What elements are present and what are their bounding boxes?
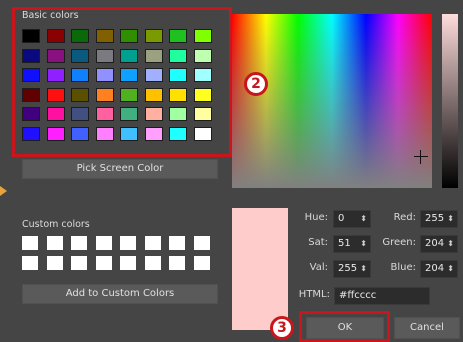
custom-colors-label: Custom colors bbox=[22, 219, 90, 230]
spin-arrows-icon[interactable]: ⬍ bbox=[447, 211, 454, 227]
hue-label: Hue: bbox=[304, 212, 328, 223]
html-label: HTML: bbox=[298, 289, 330, 300]
custom-color-swatch[interactable] bbox=[46, 256, 63, 270]
custom-color-swatch[interactable] bbox=[193, 256, 210, 270]
annotation-badge-2: 2 bbox=[244, 72, 268, 96]
blue-spinbox[interactable]: 204 ⬍ bbox=[420, 260, 458, 278]
spin-arrows-icon[interactable]: ⬍ bbox=[360, 261, 367, 277]
green-spinbox[interactable]: 204 ⬍ bbox=[420, 235, 458, 253]
sat-value: 51 bbox=[338, 238, 351, 249]
cancel-button[interactable]: Cancel bbox=[394, 317, 460, 339]
html-color-input[interactable]: #ffcccc bbox=[334, 287, 430, 305]
custom-color-swatch[interactable] bbox=[169, 256, 185, 270]
custom-color-swatch[interactable] bbox=[169, 236, 185, 250]
sat-spinbox[interactable]: 51 ⬍ bbox=[333, 235, 371, 253]
custom-color-swatch[interactable] bbox=[95, 236, 112, 250]
value-slider[interactable] bbox=[442, 14, 458, 188]
val-spinbox[interactable]: 255 ⬍ bbox=[333, 260, 371, 278]
blue-label: Blue: bbox=[390, 262, 417, 273]
spin-arrows-icon[interactable]: ⬍ bbox=[447, 236, 454, 252]
add-to-custom-colors-button[interactable]: Add to Custom Colors bbox=[22, 284, 218, 304]
custom-color-swatch[interactable] bbox=[144, 256, 161, 270]
blue-value: 204 bbox=[425, 263, 445, 274]
red-value: 255 bbox=[425, 213, 445, 224]
annotation-badge-3: 3 bbox=[270, 316, 294, 340]
crosshair-horizontal bbox=[414, 156, 428, 157]
custom-color-swatch[interactable] bbox=[193, 236, 210, 250]
custom-color-swatch[interactable] bbox=[120, 236, 136, 250]
custom-color-swatch[interactable] bbox=[120, 256, 136, 270]
val-label: Val: bbox=[309, 262, 328, 273]
ok-button-highlight bbox=[299, 311, 390, 342]
spin-arrows-icon[interactable]: ⬍ bbox=[360, 211, 367, 227]
custom-color-swatch[interactable] bbox=[144, 236, 161, 250]
sat-label: Sat: bbox=[308, 237, 328, 248]
custom-color-swatch[interactable] bbox=[22, 236, 38, 250]
hue-spinbox[interactable]: 0 ⬍ bbox=[333, 210, 371, 228]
basic-colors-highlight bbox=[12, 7, 232, 157]
spin-arrows-icon[interactable]: ⬍ bbox=[360, 236, 367, 252]
custom-colors-grid bbox=[22, 236, 218, 276]
crosshair-vertical bbox=[420, 150, 421, 164]
custom-color-swatch[interactable] bbox=[95, 256, 112, 270]
hue-value: 0 bbox=[338, 213, 345, 224]
red-label: Red: bbox=[393, 212, 416, 223]
custom-color-swatch[interactable] bbox=[46, 236, 63, 250]
pick-screen-color-button[interactable]: Pick Screen Color bbox=[22, 159, 218, 179]
green-label: Green: bbox=[382, 237, 416, 248]
custom-color-swatch[interactable] bbox=[71, 236, 87, 250]
pointer-arrow-icon bbox=[0, 186, 7, 196]
green-value: 204 bbox=[425, 238, 445, 249]
spin-arrows-icon[interactable]: ⬍ bbox=[447, 261, 454, 277]
custom-color-swatch[interactable] bbox=[71, 256, 87, 270]
current-color-preview bbox=[232, 208, 288, 330]
color-spectrum[interactable] bbox=[232, 14, 432, 188]
custom-color-swatch[interactable] bbox=[22, 256, 38, 270]
red-spinbox[interactable]: 255 ⬍ bbox=[420, 210, 458, 228]
val-value: 255 bbox=[338, 263, 358, 274]
